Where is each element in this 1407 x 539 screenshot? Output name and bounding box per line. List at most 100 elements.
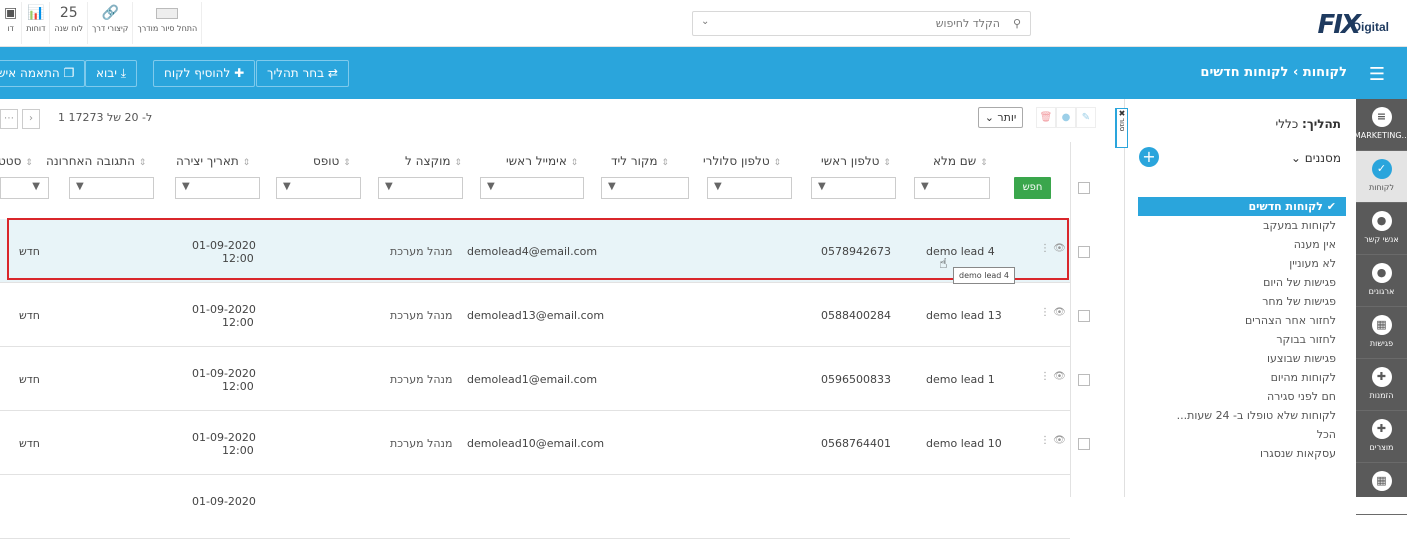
link-icon: 🔗 bbox=[101, 5, 119, 21]
filter-assigned-input[interactable]: ▼ bbox=[378, 177, 463, 199]
more-dropdown[interactable]: יותר ⌄ bbox=[978, 107, 1023, 128]
rail-item-orders[interactable]: ✚ הזמנות bbox=[1356, 359, 1407, 411]
filter-status-input[interactable]: ▼ bbox=[0, 177, 49, 199]
chevron-down-icon[interactable]: ⌄ bbox=[701, 16, 709, 27]
filter-item[interactable]: חם לפני סגירה bbox=[1138, 387, 1346, 406]
approve-label: התאמה איש bbox=[0, 66, 60, 80]
toolbar-item-label: דו bbox=[7, 24, 14, 33]
close-icon: ✖ bbox=[1118, 109, 1126, 118]
rail-item-marketing[interactable]: ≡ MARKETING... bbox=[1354, 99, 1407, 151]
filter-item[interactable]: ✔ לקוחות חדשים bbox=[1138, 197, 1346, 216]
filter-item[interactable]: לא מעוניין bbox=[1138, 254, 1346, 273]
rail-item-projects[interactable]: ▦ פרויקטים bbox=[1356, 463, 1407, 515]
comment-icon[interactable]: ● bbox=[1056, 107, 1076, 128]
select-all-checkbox[interactable] bbox=[1078, 182, 1090, 194]
search-button[interactable]: חפש bbox=[1014, 177, 1051, 199]
toolbar-item[interactable]: 25 לוח שנה bbox=[50, 2, 89, 44]
process-selector[interactable]: תהליך: כללי bbox=[1276, 117, 1341, 131]
rail-item-clients[interactable]: ✓ לקוחות bbox=[1356, 151, 1407, 203]
download-icon: ⤓ bbox=[116, 66, 127, 80]
filter-item[interactable]: לקוחות במעקב bbox=[1138, 216, 1346, 235]
rail-item-contacts[interactable]: ● אנשי קשר bbox=[1356, 203, 1407, 255]
view-icon[interactable]: ⋮ 👁 bbox=[1040, 371, 1066, 382]
col-assigned-label: מוקצה ל bbox=[405, 154, 451, 168]
filter-item[interactable]: לחזור אחר הצהרים bbox=[1138, 311, 1346, 330]
toolbar-item[interactable]: ▣ דו bbox=[0, 2, 23, 44]
filter-created-input[interactable]: ▼ bbox=[175, 177, 260, 199]
toolbar-item[interactable]: התחל סיור מודרך bbox=[133, 2, 203, 44]
filter-mobile-input[interactable]: ▼ bbox=[707, 177, 792, 199]
filter-name-input[interactable]: ▼ bbox=[914, 177, 990, 199]
rail-item-meetings[interactable]: ▦ פגישות bbox=[1356, 307, 1407, 359]
filter-item[interactable]: לקוחות שלא טופלו ב- 24 שעות... bbox=[1138, 406, 1346, 425]
filter-email-input[interactable]: ▼ bbox=[480, 177, 584, 199]
col-email[interactable]: ⇕ אימייל ראשי bbox=[506, 154, 578, 168]
filter-item[interactable]: עסקאות שנסגרו bbox=[1138, 444, 1346, 463]
pointer-hand-icon: ☝ bbox=[939, 256, 948, 272]
report-icon: ▣ bbox=[4, 5, 18, 21]
row-checkbox[interactable] bbox=[1078, 438, 1090, 450]
funnel-icon: ▼ bbox=[921, 181, 929, 192]
rail-item-label: מוצרים bbox=[1369, 443, 1394, 452]
toolbar-item[interactable]: 🔗 קיצורי דרך bbox=[88, 2, 134, 44]
col-mobile[interactable]: ⇕ טלפון סלולרי bbox=[703, 154, 781, 168]
trash-icon[interactable]: 🗑 bbox=[1036, 107, 1056, 128]
toolbar-item[interactable]: 📊 דוחות bbox=[22, 2, 51, 44]
chart-icon: 📊 bbox=[27, 5, 45, 21]
products-icon: ✚ bbox=[1371, 419, 1392, 439]
row-checkbox[interactable] bbox=[1078, 374, 1090, 386]
view-icon[interactable]: ⋮ 👁 bbox=[1040, 435, 1066, 446]
add-client-label: להוסיף לקוח bbox=[164, 66, 231, 80]
pager-next-button[interactable]: › bbox=[22, 109, 40, 129]
table-row[interactable]: demo lead 1 0596500833 demolead1@email.com… bbox=[0, 347, 1090, 411]
rail-item-products[interactable]: ✚ מוצרים bbox=[1356, 411, 1407, 463]
col-form[interactable]: ⇕ טופס bbox=[313, 154, 351, 168]
filter-source-input[interactable]: ▼ bbox=[601, 177, 689, 199]
filter-item[interactable]: הכל bbox=[1138, 425, 1346, 444]
cell-status: חדש bbox=[19, 309, 40, 322]
table-row[interactable]: demo lead 10 0568764401 demolead10@email.c… bbox=[0, 411, 1090, 475]
table-row[interactable]: demo lead 13 0588400284 demolead13@email.c… bbox=[0, 283, 1090, 347]
col-created[interactable]: ⇕ תאריך יצירה bbox=[176, 154, 250, 168]
menu-icon[interactable]: ☰ bbox=[1369, 64, 1385, 85]
filter-form-input[interactable]: ▼ bbox=[276, 177, 361, 199]
choose-process-button[interactable]: ⇄ בחר תהליך bbox=[256, 60, 349, 87]
rail-item-orgs[interactable]: ● ארגונים bbox=[1356, 255, 1407, 307]
import-button[interactable]: ⤓ יבוא bbox=[85, 60, 138, 87]
filter-item[interactable]: פגישות של מחר bbox=[1138, 292, 1346, 311]
filter-item[interactable]: פגישות שבוצעו bbox=[1138, 349, 1346, 368]
search-input[interactable]: ⚲ הקלד לחיפוש ⌄ bbox=[692, 11, 1031, 36]
orders-icon: ✚ bbox=[1371, 367, 1392, 387]
add-client-button[interactable]: ✚ להוסיף לקוח bbox=[153, 60, 256, 87]
col-phone[interactable]: ⇕ טלפון ראשי bbox=[821, 154, 891, 168]
tooltip: demo lead 4 bbox=[953, 267, 1015, 284]
col-status[interactable]: ⇕ סטט bbox=[0, 154, 33, 168]
filter-item[interactable]: פגישות של היום bbox=[1138, 273, 1346, 292]
filter-phone-input[interactable]: ▼ bbox=[811, 177, 896, 199]
col-source[interactable]: ⇕ מקור ליד bbox=[611, 154, 669, 168]
approve-button[interactable]: ❐ התאמה איש bbox=[0, 60, 86, 87]
filter-item[interactable]: לחזור בבוקר bbox=[1138, 330, 1346, 349]
rail-item-label: ארגונים bbox=[1368, 287, 1395, 296]
add-filter-button[interactable]: + bbox=[1139, 147, 1159, 167]
col-mobile-label: טלפון סלולרי bbox=[703, 154, 770, 168]
table-row[interactable]: 01-09-2020 bbox=[0, 475, 1070, 539]
close-sidebar-tab[interactable]: ✖ סגור bbox=[1115, 108, 1128, 148]
edit-icon[interactable]: ✎ bbox=[1076, 107, 1096, 128]
filter-item[interactable]: אין מענה bbox=[1138, 235, 1346, 254]
pager-prev-button[interactable]: ⋯ bbox=[0, 109, 18, 129]
col-last-response[interactable]: ⇕ התגובה האחרונה bbox=[46, 154, 146, 168]
funnel-icon: ▼ bbox=[283, 181, 291, 192]
breadcrumb[interactable]: לקוחות › לקוחות חדשים bbox=[1200, 65, 1347, 80]
filter-item[interactable]: לקוחות מהיום bbox=[1138, 368, 1346, 387]
row-checkbox[interactable] bbox=[1078, 246, 1090, 258]
row-checkbox[interactable] bbox=[1078, 310, 1090, 322]
view-icon[interactable]: ⋮ 👁 bbox=[1040, 307, 1066, 318]
col-assigned[interactable]: ⇕ מוקצה ל bbox=[405, 154, 462, 168]
filters-toggle[interactable]: מסננים ⌄ bbox=[1291, 151, 1341, 165]
col-name[interactable]: ⇕ שם מלא bbox=[933, 154, 988, 168]
cell-phone: 0596500833 bbox=[821, 373, 891, 386]
cell-email: demolead10@email.com bbox=[467, 437, 605, 450]
filter-last-response-input[interactable]: ▼ bbox=[69, 177, 154, 199]
logo[interactable]: FIX Digital bbox=[1289, 10, 1389, 40]
